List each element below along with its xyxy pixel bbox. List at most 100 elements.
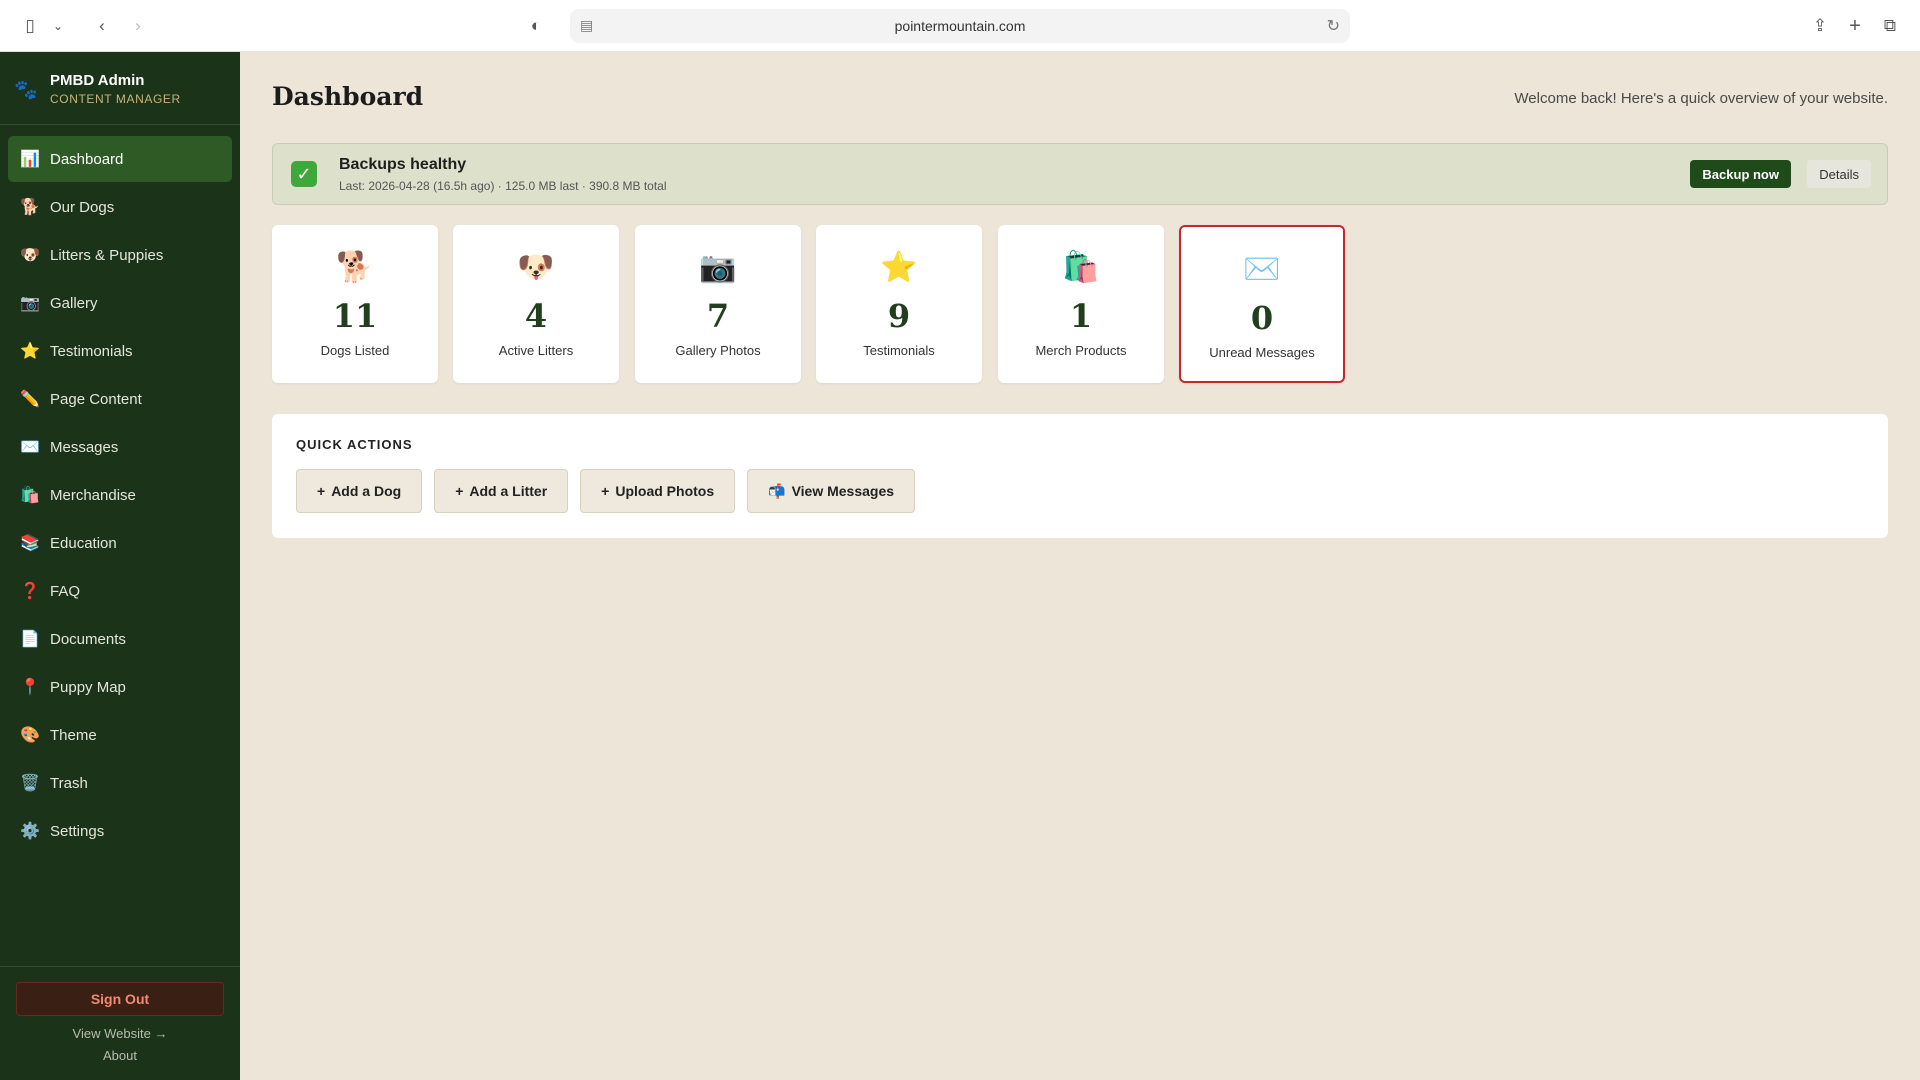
sidebar-item-label: Page Content [50,390,142,408]
pencil-icon: ✏️ [20,391,40,408]
sidebar-item-faq[interactable]: ❓ FAQ [8,568,232,614]
button-label: Upload Photos [615,483,715,499]
plus-icon: + [601,483,610,499]
reload-icon[interactable]: ↻ [1327,16,1340,36]
about-link[interactable]: About [0,1048,240,1063]
chevron-down-icon[interactable]: ⌄ [46,14,70,38]
star-icon: ⭐ [880,251,918,284]
quick-actions-buttons: + Add a Dog + Add a Litter + Upload Photos … [296,469,927,513]
sidebar-item-label: Dashboard [50,150,124,168]
stat-card-dogs[interactable]: 🐕 11 Dogs Listed [272,225,438,383]
sidebar-item-our-dogs[interactable]: 🐕 Our Dogs [8,184,232,230]
page-title: Dashboard [272,82,424,111]
palette-icon: 🎨 [20,727,40,744]
address-bar[interactable]: ▤ pointermountain.com ↻ [570,9,1350,43]
stat-card-testimonials[interactable]: ⭐ 9 Testimonials [816,225,982,383]
view-website-link[interactable]: View Website → [0,1026,240,1041]
map-pin-icon: 📍 [20,679,40,696]
page-settings-icon[interactable]: ▤ [580,17,593,34]
envelope-icon: ✉️ [20,439,40,456]
share-icon[interactable]: ⇪ [1808,14,1832,38]
puppy-icon: 🐶 [517,251,555,284]
sidebar-item-education[interactable]: 📚 Education [8,520,232,566]
dog-icon: 🐕 [336,251,374,284]
sidebar-item-settings[interactable]: ⚙️ Settings [8,808,232,854]
stat-label: Merch Products [1035,343,1127,358]
new-tab-icon[interactable]: + [1843,14,1867,38]
upload-photos-button[interactable]: + Upload Photos [580,469,736,513]
sidebar-item-label: Litters & Puppies [50,246,164,264]
quick-actions-panel: QUICK ACTIONS + Add a Dog + Add a Litter +… [272,414,1888,538]
sidebar-item-page-content[interactable]: ✏️ Page Content [8,376,232,422]
sidebar-item-label: Gallery [50,294,98,312]
details-button[interactable]: Details [1807,160,1871,188]
backup-meta: Last: 2026-04-28 (16.5h ago) · 125.0 MB … [339,179,667,193]
button-label: Add a Litter [469,483,548,499]
shopping-bags-icon: 🛍️ [1062,251,1100,284]
button-label: Add a Dog [331,483,402,499]
plus-icon: + [317,483,326,499]
sidebar-item-merchandise[interactable]: 🛍️ Merchandise [8,472,232,518]
tabs-overview-icon[interactable]: ⧉ [1878,14,1902,38]
sidebar-item-litters[interactable]: 🐶 Litters & Puppies [8,232,232,278]
sidebar-item-dashboard[interactable]: 📊 Dashboard [8,136,232,182]
sidebar-item-messages[interactable]: ✉️ Messages [8,424,232,470]
sidebar: 🐾 PMBD Admin CONTENT MANAGER 📊 Dashboard … [0,52,240,1080]
sidebar-item-trash[interactable]: 🗑️ Trash [8,760,232,806]
sidebar-item-label: Testimonials [50,342,133,360]
view-messages-button[interactable]: 📬 View Messages [747,469,916,513]
brand: 🐾 PMBD Admin CONTENT MANAGER [14,72,230,112]
button-label: View Messages [791,483,895,499]
books-icon: 📚 [20,535,40,552]
sidebar-item-gallery[interactable]: 📷 Gallery [8,280,232,326]
brand-subtitle: CONTENT MANAGER [50,92,181,106]
sign-out-button[interactable]: Sign Out [16,982,224,1016]
sidebar-item-puppy-map[interactable]: 📍 Puppy Map [8,664,232,710]
backup-status-banner: ✓ Backups healthy Last: 2026-04-28 (16.5… [272,143,1888,205]
stats-row: 🐕 11 Dogs Listed 🐶 4 Active Litters 📷 7 … [272,225,1372,383]
backup-now-button[interactable]: Backup now [1690,160,1791,188]
forward-icon[interactable]: › [126,14,150,38]
backup-title: Backups healthy [339,156,467,173]
sidebar-item-label: Theme [50,726,97,744]
shopping-bags-icon: 🛍️ [20,487,40,504]
stat-label: Gallery Photos [675,343,761,358]
sidebar-item-testimonials[interactable]: ⭐ Testimonials [8,328,232,374]
add-dog-button[interactable]: + Add a Dog [296,469,423,513]
sidebar-item-label: Education [50,534,117,552]
stat-card-unread-messages[interactable]: ✉️ 0 Unread Messages [1179,225,1345,383]
sidebar-item-theme[interactable]: 🎨 Theme [8,712,232,758]
envelope-icon: ✉️ [1243,253,1281,286]
privacy-shield-icon[interactable]: ◐ [524,14,548,38]
sidebar-nav: 📊 Dashboard 🐕 Our Dogs 🐶 Litters & Puppies … [8,136,232,856]
dog-icon: 🐕 [20,199,40,216]
stat-label: Dogs Listed [320,343,390,358]
stat-label: Unread Messages [1209,345,1315,360]
question-icon: ❓ [20,583,40,600]
trash-icon: 🗑️ [20,775,40,792]
stat-card-gallery[interactable]: 📷 7 Gallery Photos [635,225,801,383]
welcome-text: Welcome back! Here's a quick overview of… [1514,90,1888,107]
camera-icon: 📷 [20,295,40,312]
stat-value: 4 [524,297,548,335]
stat-label: Testimonials [863,343,935,358]
sidebar-item-documents[interactable]: 📄 Documents [8,616,232,662]
sidebar-item-label: Messages [50,438,119,456]
gear-icon: ⚙️ [20,823,40,840]
paw-logo-icon: 🐾 [14,80,38,101]
sidebar-toggle-icon[interactable]: ▯ [18,14,42,38]
stat-card-merch[interactable]: 🛍️ 1 Merch Products [998,225,1164,383]
back-icon[interactable]: ‹ [90,14,114,38]
stat-label: Active Litters [498,343,574,358]
brand-name: PMBD Admin [50,72,145,89]
stat-card-litters[interactable]: 🐶 4 Active Litters [453,225,619,383]
mailbox-icon: 📬 [768,482,786,499]
add-litter-button[interactable]: + Add a Litter [434,469,569,513]
stat-value: 0 [1250,299,1274,337]
check-icon: ✓ [291,161,317,187]
divider [0,124,240,125]
main-content: Dashboard Welcome back! Here's a quick o… [240,52,1920,1080]
sidebar-item-label: Settings [50,822,105,840]
stat-value: 9 [887,297,911,335]
sidebar-item-label: Documents [50,630,126,648]
